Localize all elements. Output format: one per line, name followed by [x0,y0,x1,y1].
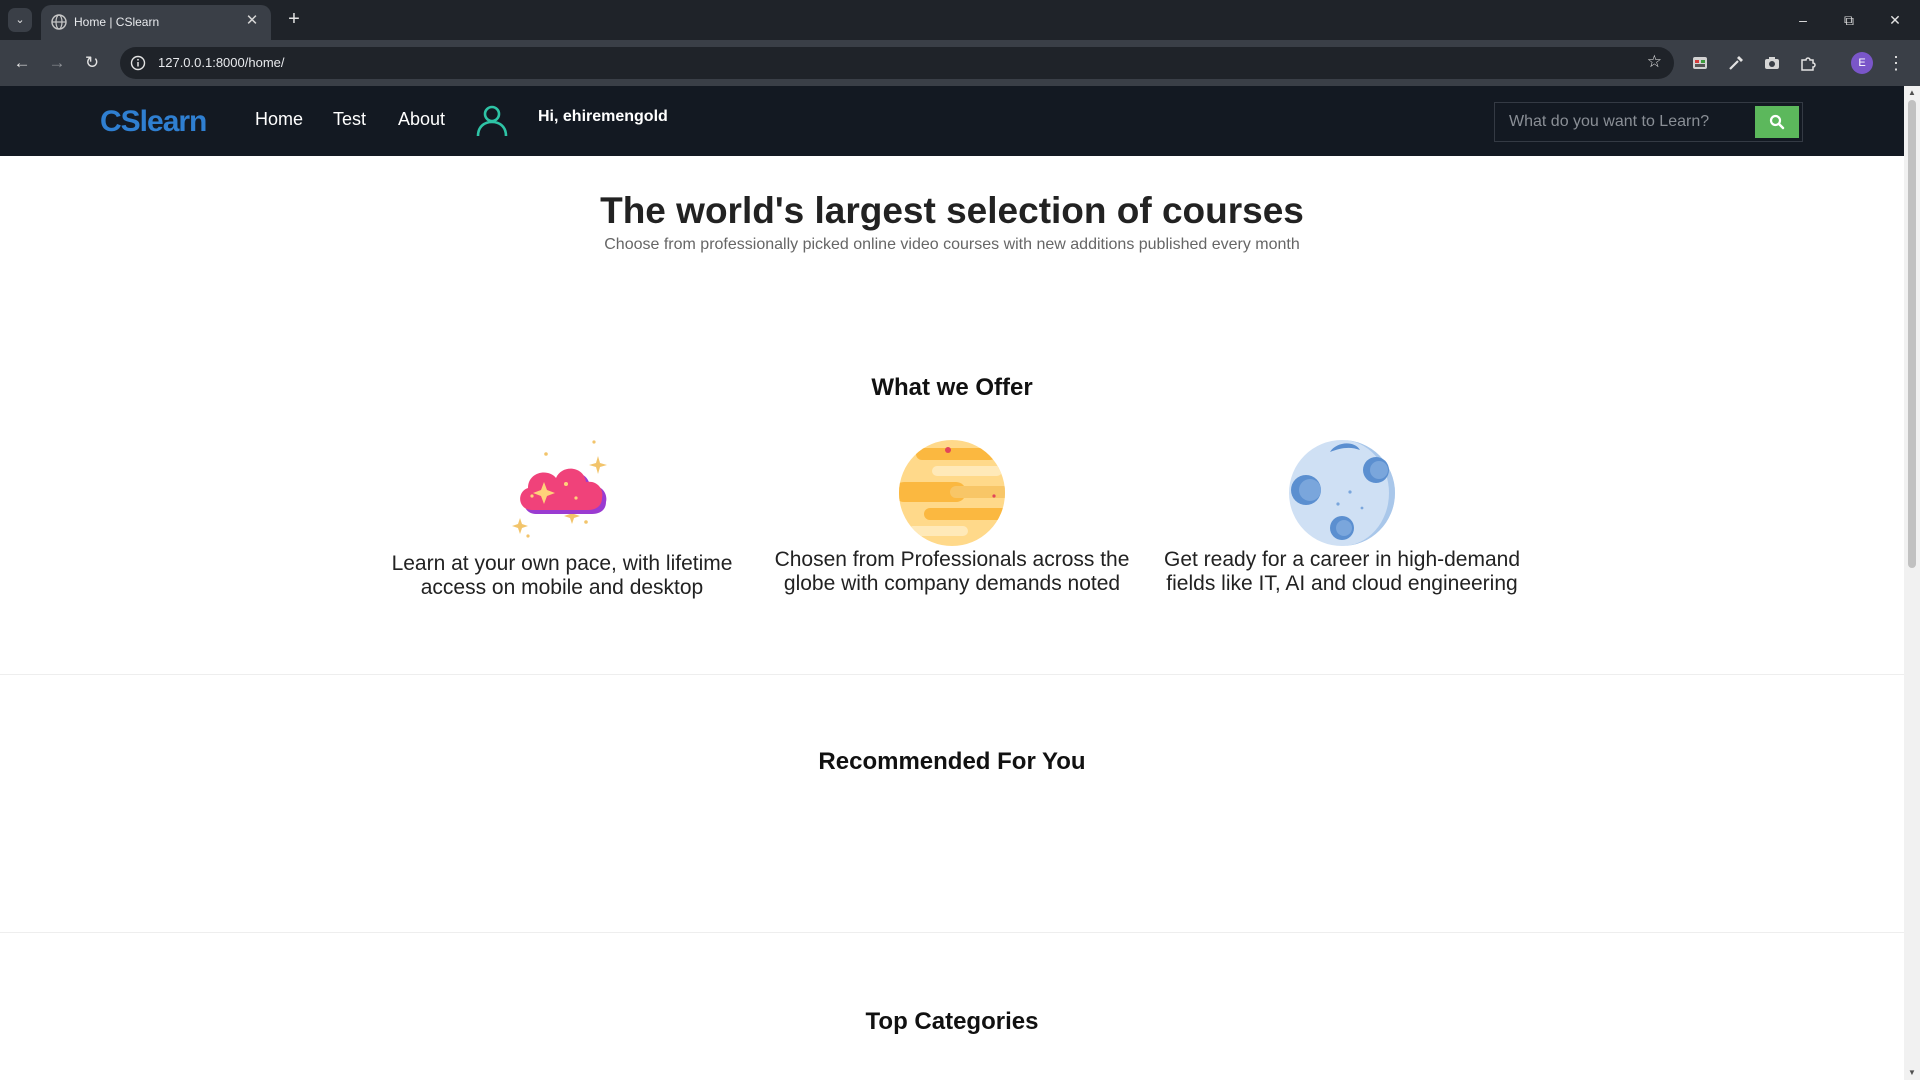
active-tab[interactable]: Home | CSlearn ✕ [41,5,271,40]
address-bar[interactable]: 127.0.0.1:8000/home/ ☆ [120,47,1674,79]
restore-icon[interactable]: ⧉ [1834,6,1864,34]
section-divider [0,932,1904,933]
site-info-icon[interactable] [130,55,146,71]
nav-link-test[interactable]: Test [333,109,366,130]
offer-text-self-paced: Learn at your own pace, with lifetime ac… [391,552,733,599]
extension-palette-icon[interactable] [1690,53,1710,73]
new-tab-plus-icon[interactable]: + [282,8,306,32]
hero-title: The world's largest selection of courses [600,190,1304,231]
tab-title: Home | CSlearn [74,15,160,29]
close-window-icon[interactable]: ✕ [1880,6,1910,34]
pink-cloud-icon [512,440,607,538]
search-form [1494,102,1803,142]
offer-card-career: Get ready for a career in high-demand fi… [1152,438,1532,596]
back-arrow-icon[interactable]: ← [10,51,34,75]
browser-tabstrip: ⌄ Home | CSlearn ✕ + – ⧉ ✕ [0,0,1920,40]
url-text: 127.0.0.1:8000/home/ [158,55,285,70]
reload-icon[interactable]: ↻ [80,51,104,75]
categories-section-title: Top Categories [865,1008,1039,1035]
camera-icon[interactable] [1762,53,1782,73]
section-divider [0,674,1904,675]
globe-icon [51,14,67,30]
browser-toolbar: ← → ↻ 127.0.0.1:8000/home/ ☆ E ⋮ [0,40,1920,86]
profile-avatar[interactable]: E [1851,52,1873,74]
tab-search-chevron-icon[interactable]: ⌄ [8,8,32,32]
user-profile-icon[interactable] [474,102,510,138]
recommended-section-title: Recommended For You [818,748,1086,775]
page-scrollbar[interactable]: ▲ ▼ [1904,86,1920,1080]
site-navbar: CSlearn Home Test About Hi, ehiremengold [0,86,1904,156]
nav-link-about[interactable]: About [398,109,445,130]
offer-card-self-paced: Learn at your own pace, with lifetime ac… [372,438,752,600]
scrollbar-thumb[interactable] [1908,100,1916,568]
offer-card-professionals: Chosen from Professionals across the glo… [762,438,1142,596]
scroll-down-arrow-icon[interactable]: ▼ [1904,1066,1920,1080]
offer-text-professionals: Chosen from Professionals across the glo… [774,548,1130,595]
striped-planet-icon [899,440,1005,546]
bookmark-star-icon[interactable]: ☆ [1647,52,1662,72]
offer-section-title: What we Offer [871,374,1033,401]
eyedropper-icon[interactable] [1726,53,1746,73]
brand-logo[interactable]: CSlearn [100,105,207,139]
page-viewport: CSlearn Home Test About Hi, ehiremengold… [0,86,1920,1080]
minimize-icon[interactable]: – [1788,6,1818,34]
browser-menu-icon[interactable]: ⋮ [1886,51,1906,75]
extensions-puzzle-icon[interactable] [1798,53,1818,73]
forward-arrow-icon[interactable]: → [45,51,69,75]
scroll-up-arrow-icon[interactable]: ▲ [1904,86,1920,100]
search-input[interactable] [1495,103,1755,141]
nav-link-home[interactable]: Home [255,109,303,130]
search-button[interactable] [1755,106,1799,138]
moon-icon [1289,440,1395,546]
user-greeting: Hi, ehiremengold [538,108,668,125]
hero-subtitle: Choose from professionally picked online… [604,236,1300,253]
offer-text-career: Get ready for a career in high-demand fi… [1163,548,1521,595]
close-tab-icon[interactable]: ✕ [243,12,261,30]
search-icon [1769,114,1785,130]
